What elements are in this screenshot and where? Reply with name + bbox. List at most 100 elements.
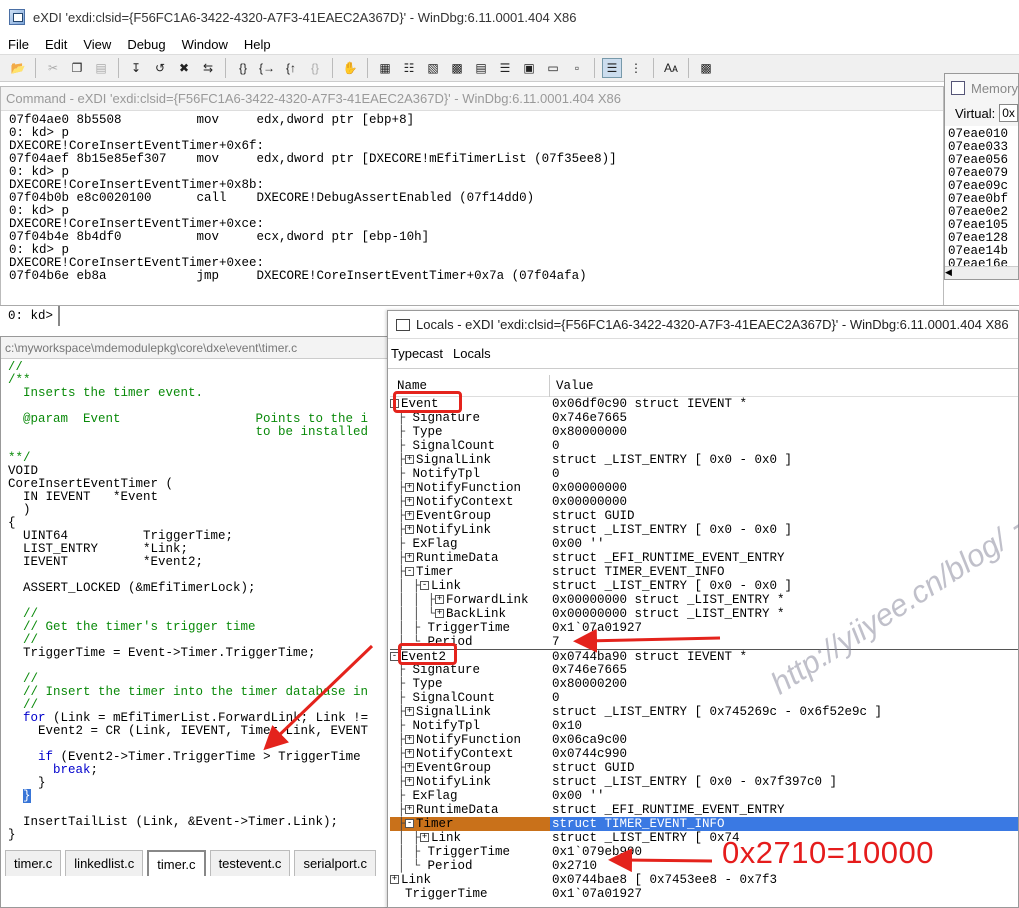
expand-icon[interactable]: + — [420, 833, 430, 843]
locals-row[interactable]: ├ ExFlag 0x00 '' — [390, 537, 1018, 551]
locals-row[interactable]: ├ + NotifyLink struct _LIST_ENTRY [ 0x0 - 0… — [390, 523, 1018, 537]
tab-testevent-c[interactable]: testevent.c — [209, 850, 291, 876]
font-icon[interactable]: Aᴀ — [661, 58, 681, 78]
locals-row[interactable]: ├ Type 0x80000200 — [390, 677, 1018, 691]
options-icon[interactable]: ▩ — [696, 58, 716, 78]
locals-row[interactable]: ├ NotifyTpl 0x10 — [390, 719, 1018, 733]
cut-icon[interactable]: ✂ — [43, 58, 63, 78]
expand-icon[interactable]: + — [405, 483, 415, 493]
locals-row[interactable]: ├ + EventGroup struct GUID — [390, 509, 1018, 523]
collapse-icon[interactable]: - — [420, 581, 430, 591]
locals-row[interactable]: ├ Signature 0x746e7665 — [390, 411, 1018, 425]
paste-icon[interactable]: ▤ — [91, 58, 111, 78]
expand-icon[interactable]: + — [405, 511, 415, 521]
command-window: Command - eXDI 'exdi:clsid={F56FC1A6-342… — [0, 86, 944, 308]
locals-row-name: ├ + RuntimeData — [390, 803, 499, 817]
locals-row[interactable]: - Event2 0x0744ba90 struct IEVENT * — [390, 649, 1018, 663]
virtual-address-input[interactable]: 0x — [999, 104, 1018, 122]
expand-icon[interactable]: + — [405, 497, 415, 507]
locals-window-icon[interactable]: ▧ — [423, 58, 443, 78]
locals-menu-typecast[interactable]: Typecast — [391, 346, 443, 361]
memory-horizontal-scrollbar[interactable]: ◀ — [945, 266, 1018, 279]
registers-window-icon[interactable]: ▩ — [447, 58, 467, 78]
locals-row[interactable]: ├ SignalCount 0 — [390, 691, 1018, 705]
expand-icon[interactable]: + — [405, 455, 415, 465]
expand-icon[interactable]: + — [405, 805, 415, 815]
expand-icon[interactable]: + — [405, 735, 415, 745]
locals-row[interactable]: ├ + SignalLink struct _LIST_ENTRY [ 0x74526… — [390, 705, 1018, 719]
tab-timer-c[interactable]: timer.c — [5, 850, 62, 876]
tab-linkedlist-c[interactable]: linkedlist.c — [65, 850, 144, 876]
locals-row[interactable]: ├ + NotifyContext 0x0744c990 — [390, 747, 1018, 761]
scratch-pad-icon[interactable]: ▭ — [543, 58, 563, 78]
locals-row[interactable]: │ ├ TriggerTime 0x1`07a01927 — [390, 621, 1018, 635]
locals-row-label: NotifyContext — [416, 495, 514, 509]
expand-icon[interactable]: + — [405, 777, 415, 787]
menu-view[interactable]: View — [75, 37, 119, 52]
locals-row[interactable]: │ └ Period 7 — [390, 635, 1018, 649]
locals-row[interactable]: ├ + EventGroup struct GUID — [390, 761, 1018, 775]
menu-debug[interactable]: Debug — [119, 37, 173, 52]
locals-row-label: BackLink — [446, 607, 507, 621]
stop-debugging-icon[interactable]: ✖ — [174, 58, 194, 78]
locals-row[interactable]: ├ NotifyTpl 0 — [390, 467, 1018, 481]
locals-row[interactable]: ├ ExFlag 0x00 '' — [390, 789, 1018, 803]
memory-window-icon[interactable]: ▤ — [471, 58, 491, 78]
expand-icon[interactable]: + — [405, 707, 415, 717]
step-out-icon[interactable]: {↑ — [281, 58, 301, 78]
hex-mode-icon[interactable]: ⋮ — [626, 58, 646, 78]
locals-row[interactable]: ├ Signature 0x746e7665 — [390, 663, 1018, 677]
call-stack-icon[interactable]: ☰ — [495, 58, 515, 78]
menu-window[interactable]: Window — [174, 37, 236, 52]
locals-menu-locals[interactable]: Locals — [453, 346, 491, 361]
collapse-icon[interactable]: - — [405, 819, 415, 829]
locals-row[interactable]: ├ Type 0x80000000 — [390, 425, 1018, 439]
expand-icon[interactable]: + — [405, 749, 415, 759]
locals-row[interactable]: TriggerTime 0x1`07a01927 — [390, 887, 1018, 901]
step-into-icon[interactable]: {} — [233, 58, 253, 78]
locals-row[interactable]: ├ + SignalLink struct _LIST_ENTRY [ 0x0 - 0… — [390, 453, 1018, 467]
disassembly-icon[interactable]: ▣ — [519, 58, 539, 78]
go-icon[interactable]: ↧ — [126, 58, 146, 78]
processes-threads-icon[interactable]: ▫ — [567, 58, 587, 78]
command-window-icon[interactable]: ▦ — [375, 58, 395, 78]
breakpoint-hand-icon[interactable]: ✋ — [340, 58, 360, 78]
locals-row-value: struct TIMER_EVENT_INFO — [550, 817, 1018, 831]
menu-file[interactable]: File — [0, 37, 37, 52]
locals-row[interactable]: ├ + RuntimeData struct _EFI_RUNTIME_EVENT_E… — [390, 803, 1018, 817]
tab-serialport-c[interactable]: serialport.c — [294, 850, 377, 876]
event2-highlight-box — [398, 643, 457, 665]
locals-row[interactable]: ├ SignalCount 0 — [390, 439, 1018, 453]
open-icon[interactable]: 📂 — [8, 58, 28, 78]
locals-row[interactable]: ├ + NotifyLink struct _LIST_ENTRY [ 0x0 - 0… — [390, 775, 1018, 789]
source-mode-icon[interactable]: ☰ — [602, 58, 622, 78]
step-over-icon[interactable]: {→ — [257, 58, 277, 78]
restart-icon[interactable]: ↺ — [150, 58, 170, 78]
expand-icon[interactable]: + — [390, 875, 399, 885]
watch-window-icon[interactable]: ☷ — [399, 58, 419, 78]
locals-row-label: TriggerTime — [427, 621, 511, 635]
locals-row[interactable]: ├ + NotifyFunction 0x00000000 — [390, 481, 1018, 495]
locals-row[interactable]: ├ - Timer struct TIMER_EVENT_INFO — [390, 817, 1018, 831]
locals-row[interactable]: - Event 0x06df0c90 struct IEVENT * — [390, 397, 1018, 411]
locals-row[interactable]: ├ + NotifyContext 0x00000000 — [390, 495, 1018, 509]
copy-icon[interactable]: ❐ — [67, 58, 87, 78]
expand-icon[interactable]: + — [435, 595, 445, 605]
column-value-header[interactable]: Value — [550, 375, 594, 397]
expand-icon[interactable]: + — [405, 525, 415, 535]
collapse-icon[interactable]: - — [405, 567, 415, 577]
expand-icon[interactable]: + — [435, 609, 445, 619]
expand-icon[interactable]: + — [405, 763, 415, 773]
locals-row[interactable]: + Link 0x0744bae8 [ 0x7453ee8 - 0x7f3 — [390, 873, 1018, 887]
tab-timer-c-active[interactable]: timer.c — [147, 850, 206, 876]
window-title: eXDI 'exdi:clsid={F56FC1A6-3422-4320-A7F… — [33, 9, 577, 25]
menu-help[interactable]: Help — [236, 37, 279, 52]
source-code[interactable]: ///** Inserts the timer event. @param Ev… — [8, 361, 388, 873]
locals-row[interactable]: ├ + NotifyFunction 0x06ca9c00 — [390, 733, 1018, 747]
locals-row-name: ├ NotifyTpl — [390, 719, 481, 733]
break-icon[interactable]: ⇆ — [198, 58, 218, 78]
run-to-cursor-icon[interactable]: {} — [305, 58, 325, 78]
source-line: break; — [53, 763, 99, 777]
expand-icon[interactable]: + — [405, 553, 415, 563]
menu-edit[interactable]: Edit — [37, 37, 75, 52]
